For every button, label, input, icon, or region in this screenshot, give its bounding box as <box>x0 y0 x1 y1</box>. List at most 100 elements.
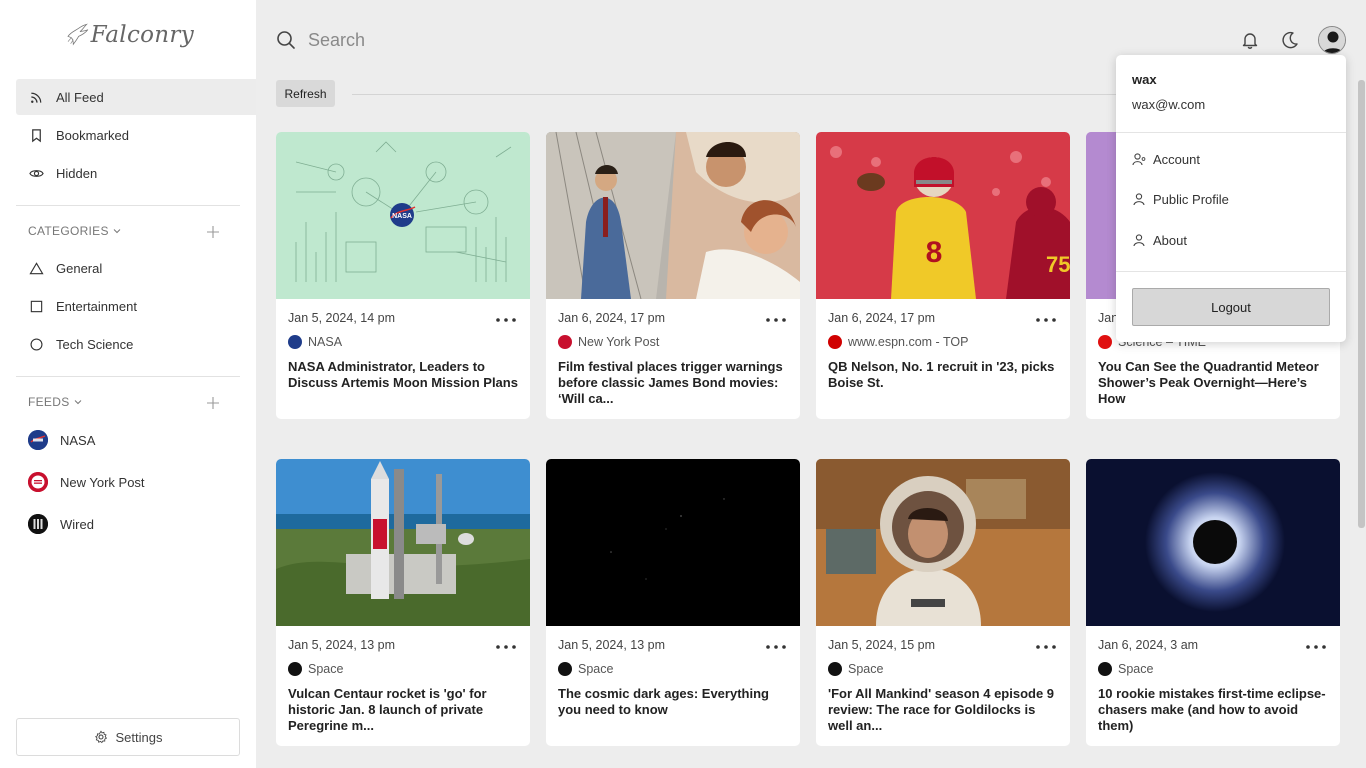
gear-icon <box>94 730 107 744</box>
settings-button[interactable]: Settings <box>16 718 240 756</box>
article-source: Space <box>828 662 883 676</box>
feed-label: Wired <box>60 516 94 532</box>
menu-item-label: About <box>1153 232 1187 248</box>
user-gear-icon <box>1132 153 1146 166</box>
add-feed-plus-icon[interactable] <box>205 395 221 411</box>
search-input[interactable] <box>308 26 908 54</box>
more-options-icon[interactable] <box>495 317 517 323</box>
svg-text:8: 8 <box>926 236 943 269</box>
article-title[interactable]: 'For All Mankind' season 4 episode 9 rev… <box>828 686 1060 734</box>
nav-label: All Feed <box>56 89 104 105</box>
nav-all-feed[interactable]: All Feed <box>16 79 256 115</box>
add-category-plus-icon[interactable] <box>205 224 221 240</box>
categories-toggle[interactable]: CATEGORIES <box>28 224 122 238</box>
article-title[interactable]: NASA Administrator, Leaders to Discuss A… <box>288 359 520 391</box>
more-options-icon[interactable] <box>1035 317 1057 323</box>
eye-icon <box>28 165 44 181</box>
article-card[interactable]: Jan 5, 2024, 13 pm Space Vulcan Centaur … <box>276 459 530 746</box>
nasa-logo-icon <box>288 335 302 349</box>
article-title[interactable]: Film festival places trigger warnings be… <box>558 359 790 407</box>
feeds-title: FEEDS <box>28 395 70 409</box>
time-logo-icon <box>1098 335 1112 349</box>
feed-wired[interactable]: Wired <box>16 506 256 542</box>
space-logo-icon <box>288 662 302 676</box>
circle-icon <box>28 336 44 352</box>
space-logo-icon <box>828 662 842 676</box>
article-title[interactable]: 10 rookie mistakes first-time eclipse-ch… <box>1098 686 1330 734</box>
moon-icon[interactable] <box>1280 30 1300 50</box>
sidebar-divider <box>16 205 240 206</box>
app-name: Falconry <box>90 22 194 48</box>
menu-item-about[interactable]: About <box>1132 229 1332 251</box>
category-label: Tech Science <box>56 336 134 352</box>
more-options-icon[interactable] <box>765 644 787 650</box>
user-email: wax@w.com <box>1132 97 1206 112</box>
menu-item-label: Account <box>1153 151 1200 167</box>
category-tech-science[interactable]: Tech Science <box>16 326 256 362</box>
article-date: Jan 5, 2024, 13 pm <box>288 638 396 652</box>
article-date: Jan 6, 2024, 3 am <box>1098 638 1199 652</box>
source-label: New York Post <box>578 335 660 349</box>
nav-label: Bookmarked <box>56 127 129 143</box>
article-card[interactable]: Jan 6, 2024, 17 pm New York Post Film fe… <box>546 132 800 419</box>
article-card[interactable]: 8 75 Jan 6, 2024, 17 pm www.espn.com - T… <box>816 132 1070 419</box>
source-label: Space <box>1118 662 1154 676</box>
article-title[interactable]: You Can See the Quadrantid Meteor Shower… <box>1098 359 1330 407</box>
article-card[interactable]: Jan 5, 2024, 13 pm Space The cosmic dark… <box>546 459 800 746</box>
article-image <box>546 132 800 299</box>
bell-icon[interactable] <box>1240 30 1260 50</box>
feed-new-york-post[interactable]: New York Post <box>16 464 256 500</box>
category-label: Entertainment <box>56 298 137 314</box>
article-source: NASA <box>288 335 342 349</box>
article-card[interactable]: Jan 5, 2024, 15 pm Space 'For All Mankin… <box>816 459 1070 746</box>
article-date: Jan 5, 2024, 15 pm <box>828 638 936 652</box>
rss-icon <box>28 89 44 105</box>
article-image <box>1086 459 1340 626</box>
user-name: wax <box>1132 72 1157 87</box>
user-menu-dropdown: wax wax@w.com Account Public Profile Abo… <box>1116 55 1346 342</box>
article-image <box>276 459 530 626</box>
user-avatar-image <box>1319 27 1345 53</box>
space-logo-icon <box>1098 662 1112 676</box>
article-source: Space <box>288 662 343 676</box>
more-options-icon[interactable] <box>765 317 787 323</box>
nav-bookmarked[interactable]: Bookmarked <box>16 117 256 153</box>
article-image: 8 75 <box>816 132 1070 299</box>
triangle-icon <box>28 260 44 276</box>
menu-item-account[interactable]: Account <box>1132 148 1332 170</box>
article-image <box>546 459 800 626</box>
logout-button[interactable]: Logout <box>1132 288 1330 326</box>
wired-logo-icon <box>28 514 48 534</box>
article-title[interactable]: The cosmic dark ages: Everything you nee… <box>558 686 790 718</box>
scrollbar[interactable] <box>1358 80 1365 528</box>
user-icon <box>1133 193 1145 206</box>
user-avatar[interactable] <box>1318 26 1346 54</box>
article-card[interactable]: Jan 6, 2024, 3 am Space 10 rookie mistak… <box>1086 459 1340 746</box>
category-entertainment[interactable]: Entertainment <box>16 288 256 324</box>
category-general[interactable]: General <box>16 250 256 286</box>
feed-label: NASA <box>60 432 96 448</box>
feed-nasa[interactable]: NASA <box>16 422 256 458</box>
chevron-down-icon <box>74 400 81 405</box>
category-label: General <box>56 260 103 276</box>
more-options-icon[interactable] <box>1305 644 1327 650</box>
menu-divider <box>1116 271 1346 272</box>
feeds-toggle[interactable]: FEEDS <box>28 395 83 409</box>
new-york-post-logo-icon <box>558 335 572 349</box>
article-card[interactable]: NASA Jan 5, 2024, 14 pm NASA NASA Admini… <box>276 132 530 419</box>
feed-label: New York Post <box>60 474 145 490</box>
article-date: Jan 6, 2024, 17 pm <box>828 311 936 325</box>
app-logo[interactable]: Falconry <box>64 14 194 56</box>
refresh-button[interactable]: Refresh <box>276 80 335 107</box>
article-date: Jan 5, 2024, 14 pm <box>288 311 396 325</box>
search-icon[interactable] <box>276 30 296 50</box>
nav-hidden[interactable]: Hidden <box>16 155 256 191</box>
article-title[interactable]: Vulcan Centaur rocket is 'go' for histor… <box>288 686 520 734</box>
article-title[interactable]: QB Nelson, No. 1 recruit in '23, picks B… <box>828 359 1060 391</box>
espn-logo-icon <box>828 335 842 349</box>
more-options-icon[interactable] <box>495 644 517 650</box>
more-options-icon[interactable] <box>1035 644 1057 650</box>
user-icon <box>1133 234 1145 247</box>
article-date: Jan 5, 2024, 13 pm <box>558 638 666 652</box>
menu-item-public-profile[interactable]: Public Profile <box>1132 188 1332 210</box>
